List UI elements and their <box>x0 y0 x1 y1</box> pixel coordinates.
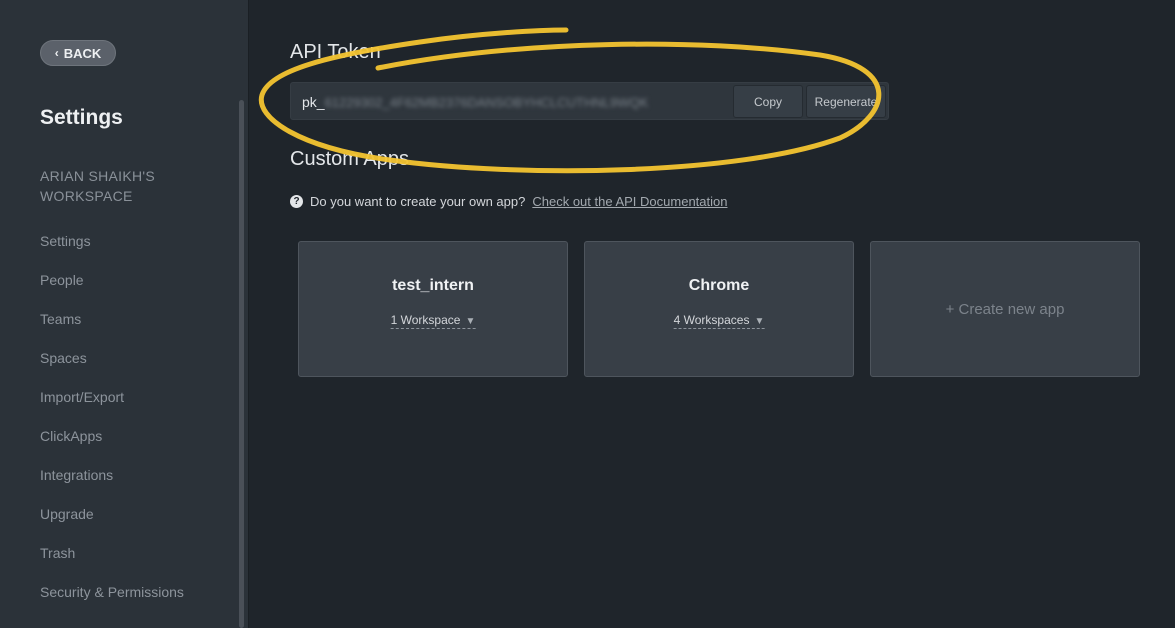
custom-apps-title: Custom Apps <box>290 148 409 170</box>
token-prefix: pk_ <box>302 94 325 110</box>
sidebar-item-clickapps[interactable]: ClickApps <box>40 428 184 467</box>
sidebar-item-import-export[interactable]: Import/Export <box>40 389 184 428</box>
back-button[interactable]: ‹ BACK <box>40 40 116 66</box>
app-card[interactable]: test_intern 1 Workspace ▼ <box>298 241 568 377</box>
sidebar-item-people[interactable]: People <box>40 272 184 311</box>
create-app-card[interactable]: + Create new app <box>870 241 1140 377</box>
api-token-title: API Token <box>290 41 381 63</box>
api-docs-link[interactable]: Check out the API Documentation <box>532 194 727 209</box>
chevron-down-icon: ▼ <box>754 316 765 327</box>
sidebar-item-trash[interactable]: Trash <box>40 545 184 584</box>
sidebar-scrollbar[interactable] <box>239 100 244 628</box>
app-name: test_intern <box>392 277 474 294</box>
chevron-down-icon: ▼ <box>465 316 476 327</box>
copy-button[interactable]: Copy <box>733 85 803 118</box>
api-token-value[interactable]: pk_61229302_4F62MB2376DANSOBYHCLCUTHNL9W… <box>302 94 648 110</box>
sidebar-item-spaces[interactable]: Spaces <box>40 350 184 389</box>
help-row: ? Do you want to create your own app? Ch… <box>290 194 727 209</box>
sidebar-item-teams[interactable]: Teams <box>40 311 184 350</box>
sidebar-item-upgrade[interactable]: Upgrade <box>40 506 184 545</box>
back-button-label: BACK <box>63 45 102 61</box>
app-name: Chrome <box>688 277 750 294</box>
workspace-count: 1 Workspace <box>390 313 461 327</box>
regenerate-button[interactable]: Regenerate <box>806 85 886 118</box>
app-card[interactable]: Chrome 4 Workspaces ▼ <box>584 241 854 377</box>
workspace-dropdown[interactable]: 1 Workspace ▼ <box>390 313 476 329</box>
sidebar-title: Settings <box>40 106 123 129</box>
main-content: API Token pk_61229302_4F62MB2376DANSOBYH… <box>250 0 1175 628</box>
workspace-name: ARIAN SHAIKH'S WORKSPACE <box>40 168 156 204</box>
question-icon: ? <box>290 195 303 208</box>
token-masked: 61229302_4F62MB2376DANSOBYHCLCUTHNL9WQK <box>324 95 649 110</box>
help-text: Do you want to create your own app? <box>310 194 526 209</box>
settings-sidebar: ‹ BACK Settings ARIAN SHAIKH'S WORKSPACE… <box>0 0 249 628</box>
sidebar-item-integrations[interactable]: Integrations <box>40 467 184 506</box>
sidebar-item-security[interactable]: Security & Permissions <box>40 584 184 623</box>
chevron-left-icon: ‹ <box>54 46 59 60</box>
api-token-field: pk_61229302_4F62MB2376DANSOBYHCLCUTHNL9W… <box>290 82 889 120</box>
sidebar-item-settings[interactable]: Settings <box>40 233 184 272</box>
workspace-dropdown[interactable]: 4 Workspaces ▼ <box>673 313 765 329</box>
settings-nav: Settings People Teams Spaces Import/Expo… <box>40 233 184 623</box>
workspace-count: 4 Workspaces <box>673 313 750 327</box>
